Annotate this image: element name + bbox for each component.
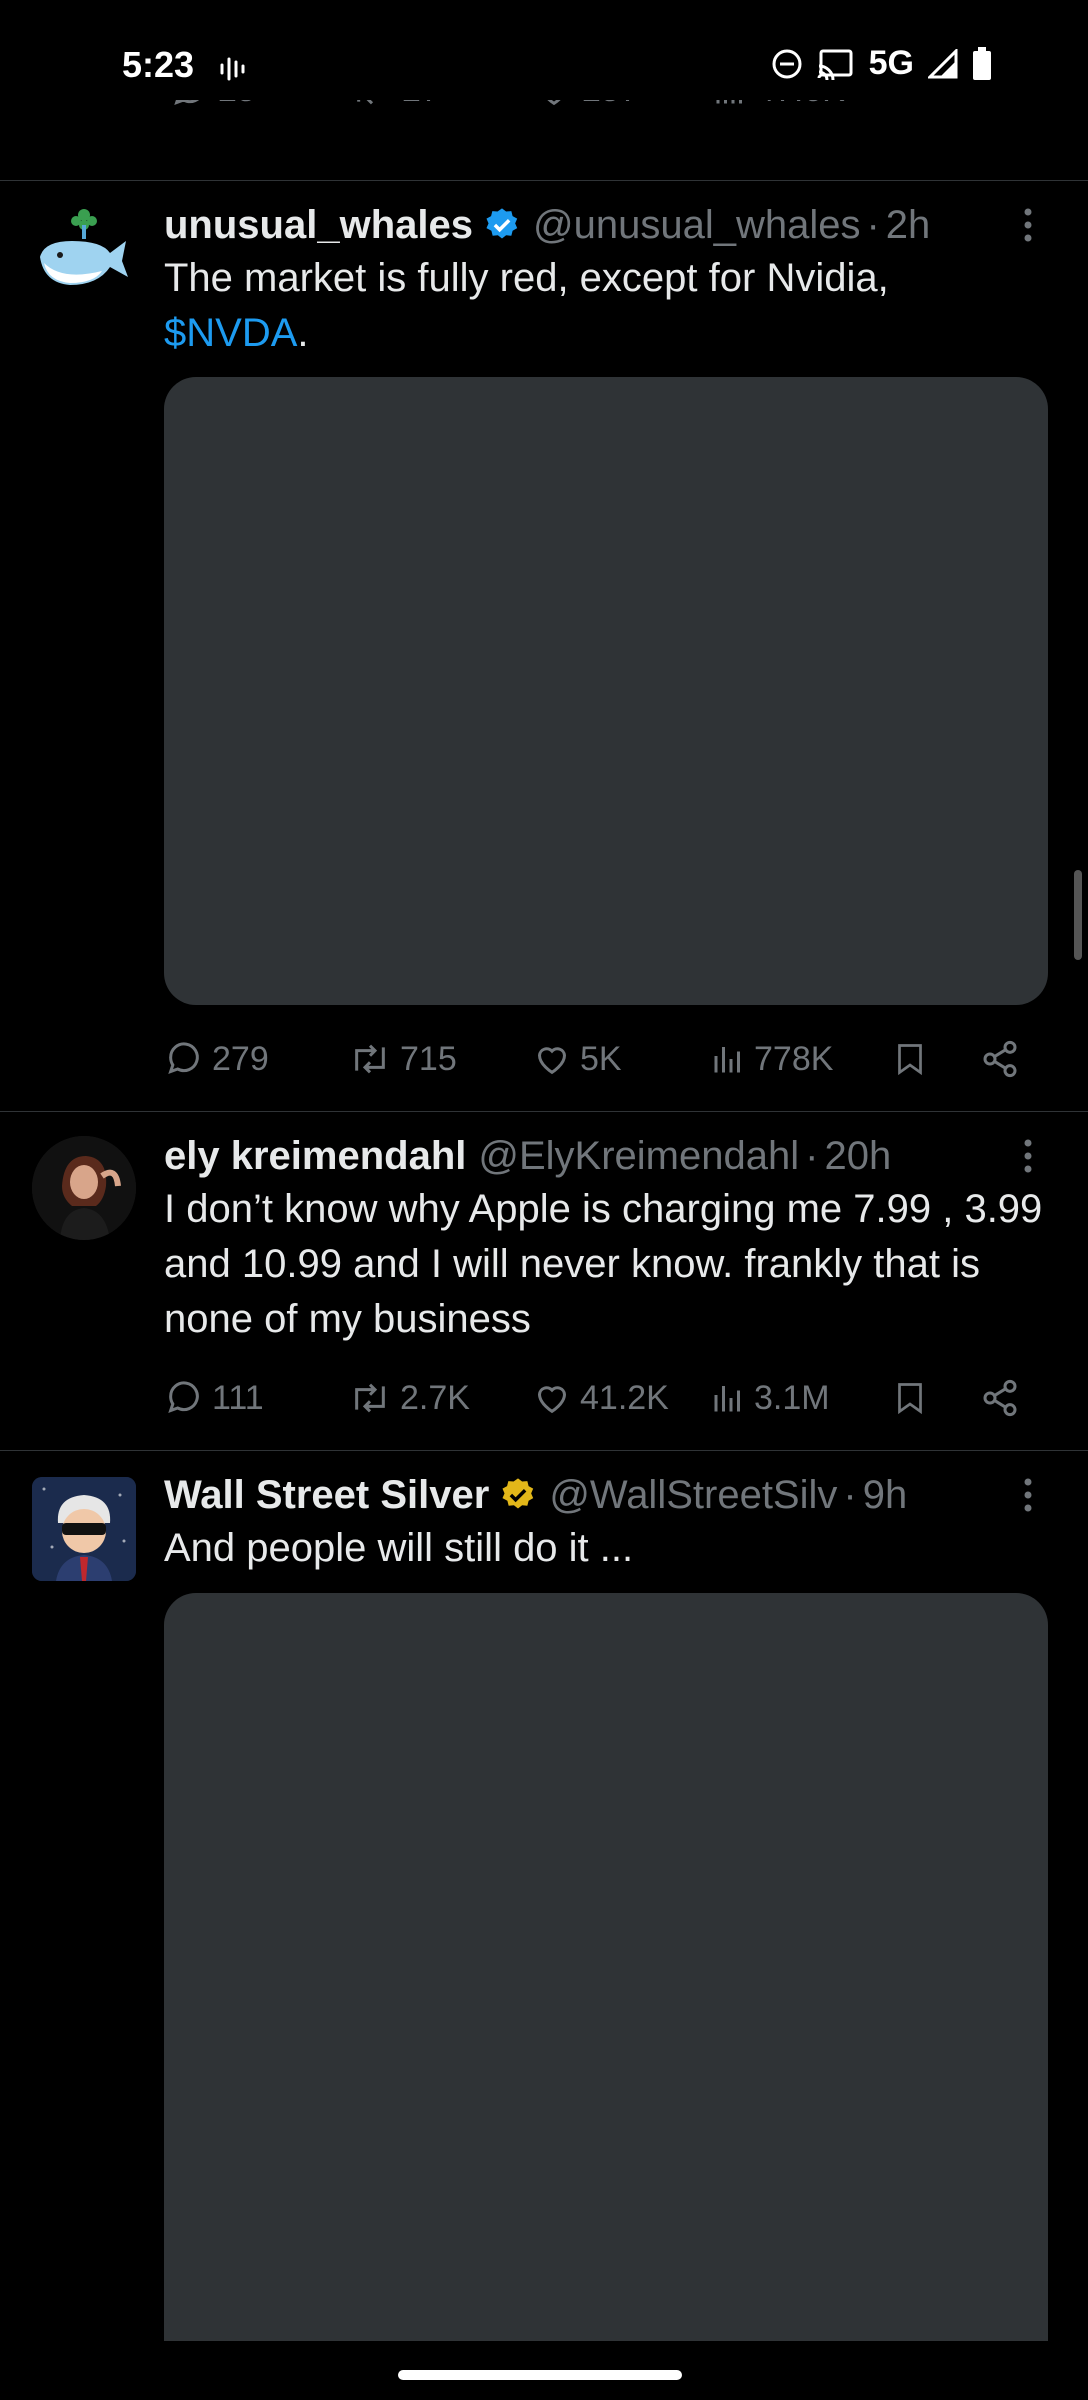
status-time: 5:23	[122, 44, 195, 85]
person-avatar-icon	[32, 1136, 136, 1240]
tweet-wall-street-silver[interactable]: Wall Street Silver @WallStreetSilv · 9h …	[0, 1451, 1088, 2351]
bookmark-icon	[898, 1383, 922, 1415]
like-button[interactable]: 257	[534, 100, 639, 120]
more-options-button[interactable]	[1008, 1130, 1048, 1182]
verified-gold-badge-icon	[499, 1476, 537, 1514]
separator: ·	[866, 202, 880, 247]
avatar[interactable]	[32, 1477, 136, 1581]
retweet-icon	[355, 1383, 385, 1413]
like-button[interactable]: 41.2K	[532, 1368, 669, 1428]
bookmark-icon	[898, 1044, 922, 1076]
scrollbar-thumb[interactable]	[1074, 870, 1082, 960]
status-icons: 5G	[771, 44, 992, 83]
reply-count: 111	[212, 1378, 264, 1417]
views-count: 3.1M	[754, 1378, 830, 1417]
more-vertical-icon	[1024, 1139, 1032, 1173]
like-count: 5K	[580, 1039, 622, 1078]
cast-icon	[817, 48, 855, 80]
author-name[interactable]: ely kreimendahl	[164, 1134, 466, 1179]
author-handle[interactable]: @WallStreetSilv	[549, 1473, 837, 1518]
views-icon	[716, 100, 742, 104]
more-vertical-icon	[1024, 1478, 1032, 1512]
tweet-text-body: The market is fully red, except for Nvid…	[164, 256, 889, 300]
retweet-button[interactable]: 715	[348, 1029, 457, 1089]
cashtag-link[interactable]: $NVDA	[164, 311, 297, 355]
retweet-count: 715	[400, 1039, 457, 1078]
heart-icon	[537, 1047, 567, 1075]
cartoon-avatar-icon	[32, 1477, 136, 1581]
bookmark-button[interactable]	[892, 1029, 928, 1089]
views-icon	[714, 1047, 740, 1073]
views-icon	[714, 1386, 740, 1412]
more-options-button[interactable]	[1008, 1469, 1048, 1521]
more-vertical-icon	[1024, 208, 1032, 242]
avatar[interactable]	[32, 201, 136, 305]
views-count: 778K	[754, 1039, 834, 1078]
tweet-actions: 111 2.7K 41.2K 3.1M	[164, 1368, 1044, 1428]
reply-count: 279	[212, 1039, 269, 1078]
signal-icon	[928, 48, 958, 79]
author-handle[interactable]: @unusual_whales	[533, 203, 860, 248]
views-button[interactable]: 3.1M	[710, 1368, 830, 1428]
tweet-text: And people will still do it ...	[164, 1526, 634, 1570]
previous-tweet-actions: 25 27 257 47.6K	[0, 100, 1088, 180]
tweet-header: Wall Street Silver @WallStreetSilv · 9h	[164, 1469, 1008, 1521]
tweet-media[interactable]	[164, 377, 1048, 1005]
heart-icon	[537, 1386, 567, 1414]
share-button[interactable]	[980, 1368, 1020, 1428]
views-button[interactable]: 778K	[710, 1029, 833, 1089]
retweet-button[interactable]: 2.7K	[348, 1368, 470, 1428]
retweet-icon	[357, 100, 374, 105]
do-not-disturb-icon	[771, 48, 803, 80]
reply-icon	[174, 100, 200, 105]
battery-icon	[972, 46, 992, 81]
avatar[interactable]	[32, 1136, 136, 1240]
like-button[interactable]: 5K	[532, 1029, 622, 1089]
tweet-ely-kreimendahl[interactable]: ely kreimendahl @ElyKreimendahl · 20h I …	[0, 1112, 1088, 1450]
reply-icon	[168, 1042, 199, 1074]
views-count: 47.6K	[756, 100, 845, 110]
heart-icon	[547, 100, 561, 106]
bookmark-button[interactable]	[892, 1368, 928, 1428]
sound-wave-icon	[218, 54, 248, 89]
retweet-icon	[355, 1044, 385, 1074]
reply-button[interactable]: 25	[170, 100, 256, 120]
retweet-count: 27	[402, 100, 440, 110]
tweet-time[interactable]: 2h	[886, 203, 931, 248]
share-icon	[983, 1379, 1017, 1417]
views-button[interactable]: 47.6K	[712, 100, 845, 120]
whale-avatar-icon	[40, 209, 128, 285]
reply-button[interactable]: 111	[164, 1368, 264, 1428]
tweet-media[interactable]	[164, 1593, 1048, 2341]
tweet-header: ely kreimendahl @ElyKreimendahl · 20h	[164, 1130, 1008, 1182]
author-name[interactable]: unusual_whales	[164, 203, 473, 248]
home-indicator[interactable]	[398, 2370, 682, 2380]
retweet-count: 2.7K	[400, 1378, 470, 1417]
more-options-button[interactable]	[1008, 199, 1048, 251]
tweet-text: I don’t know why Apple is charging me 7.…	[164, 1187, 1043, 1341]
tweet-unusual-whales[interactable]: unusual_whales @unusual_whales · 2h The …	[0, 181, 1088, 1111]
share-button[interactable]	[980, 1029, 1020, 1089]
like-count: 41.2K	[580, 1378, 669, 1417]
reply-count: 25	[218, 100, 256, 110]
tweet-time[interactable]: 9h	[863, 1473, 908, 1518]
verified-badge-icon	[483, 206, 521, 244]
network-label: 5G	[868, 44, 914, 82]
tweet-actions: 279 715 5K 778K	[164, 1029, 1044, 1089]
author-name[interactable]: Wall Street Silver	[164, 1473, 489, 1518]
tweet-header: unusual_whales @unusual_whales · 2h	[164, 199, 1008, 251]
tweet-text-suffix: .	[297, 311, 309, 355]
reply-icon	[168, 1381, 199, 1413]
separator: ·	[843, 1472, 857, 1517]
reply-button[interactable]: 279	[164, 1029, 269, 1089]
tweet-text: The market is fully red, except for Nvid…	[164, 251, 1028, 361]
share-icon	[983, 1040, 1017, 1078]
tweet-time[interactable]: 20h	[824, 1134, 891, 1179]
like-count: 257	[582, 100, 639, 110]
author-handle[interactable]: @ElyKreimendahl	[478, 1134, 799, 1179]
separator: ·	[805, 1133, 819, 1178]
retweet-button[interactable]: 27	[350, 100, 440, 120]
